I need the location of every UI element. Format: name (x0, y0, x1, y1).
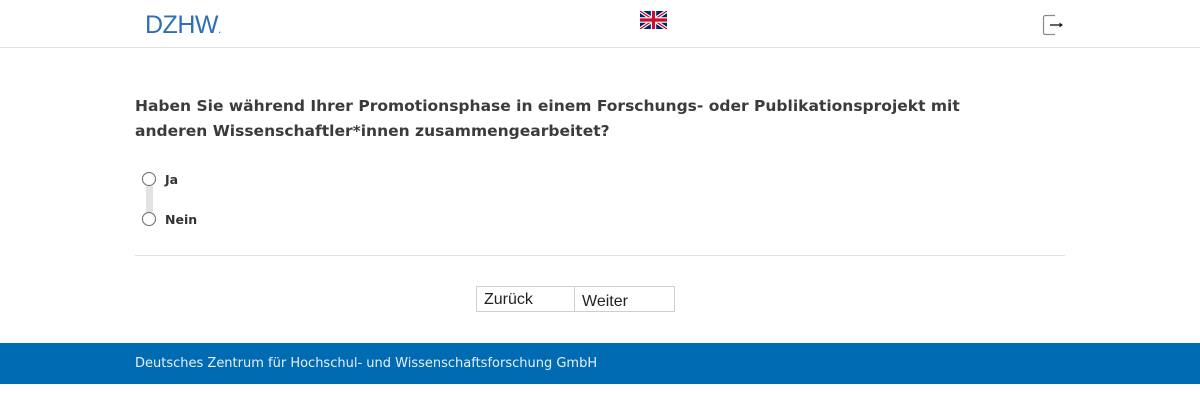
content-divider (135, 255, 1065, 256)
uk-flag-icon[interactable] (640, 11, 667, 29)
logout-icon[interactable] (1042, 14, 1064, 36)
page-footer: Deutsches Zentrum für Hochschul- und Wis… (0, 343, 1200, 384)
next-button[interactable]: Weiter (575, 286, 675, 312)
back-button[interactable]: Zurück (476, 286, 575, 312)
navigation-buttons: Zurück Weiter (476, 286, 675, 312)
radio-ja[interactable] (142, 172, 156, 186)
page-header: DZHW. (0, 0, 1200, 48)
dzhw-logo[interactable]: DZHW. (145, 12, 221, 42)
logo-dot: . (217, 22, 221, 36)
question-text: Haben Sie während Ihrer Promotionsphase … (135, 97, 960, 140)
footer-text: Deutsches Zentrum für Hochschul- und Wis… (135, 356, 598, 371)
radio-nein[interactable] (142, 212, 156, 226)
logo-text: DZHW (145, 11, 218, 39)
option-nein[interactable]: Nein (142, 209, 197, 229)
option-label-nein: Nein (165, 211, 198, 227)
option-label-ja: Ja (165, 171, 179, 187)
option-ja[interactable]: Ja (142, 169, 178, 189)
